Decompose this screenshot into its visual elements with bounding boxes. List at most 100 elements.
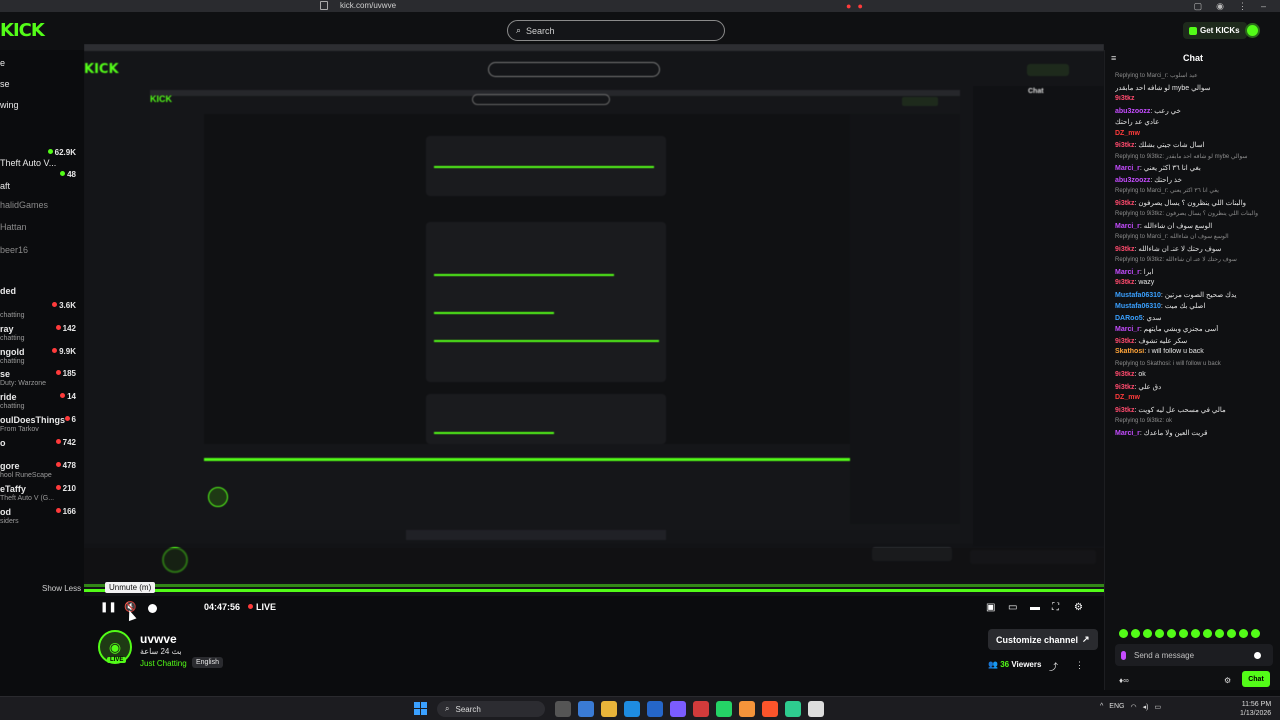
chat-username[interactable]: 9i3tkz — [1115, 338, 1134, 345]
clock-date: 1/13/2026 — [1240, 710, 1272, 717]
emote-bar[interactable] — [1119, 629, 1260, 638]
miniplayer-icon[interactable]: ▬ — [1030, 602, 1040, 613]
language-tag[interactable]: English — [192, 657, 223, 668]
chat-username[interactable]: abu3zoozz — [1115, 177, 1150, 184]
app-icon[interactable] — [739, 701, 755, 717]
minimize-icon[interactable]: – — [1261, 0, 1266, 12]
chat-username[interactable]: 9i3tkz — [1115, 279, 1134, 286]
chat-username[interactable]: 9i3tkz — [1115, 200, 1134, 207]
brave-icon[interactable] — [762, 701, 778, 717]
fullscreen-icon[interactable]: ⛶ — [1052, 602, 1059, 613]
sidebar-channel-name[interactable]: aft — [0, 181, 10, 191]
live-progress-bar[interactable] — [84, 589, 1104, 592]
extension-icon[interactable]: ● — [846, 0, 851, 12]
stream-category[interactable]: Just Chatting — [140, 659, 187, 668]
video-player[interactable]: KICK Chat KICK — [84, 44, 1104, 596]
sidebar-channel-name[interactable]: se — [0, 369, 10, 379]
chat-username[interactable]: DZ_mw — [1115, 394, 1140, 401]
chat-send-button[interactable]: Chat — [1242, 671, 1270, 687]
wifi-icon[interactable]: ◠ — [1130, 703, 1136, 711]
chat-username[interactable]: Marci_r — [1115, 430, 1140, 437]
search-input[interactable] — [526, 25, 707, 36]
sidebar-channel-name[interactable]: Theft Auto V... — [0, 158, 56, 168]
sidebar-channel-name[interactable]: o — [0, 438, 6, 448]
more-options-icon[interactable]: ⋮ — [1075, 660, 1084, 671]
chat-username[interactable]: 9i3tkz — [1115, 407, 1134, 414]
extension-icon[interactable]: ● — [857, 0, 862, 12]
system-tray[interactable]: ^ ENG ◠ ◂) ▭ — [1100, 703, 1161, 711]
file-explorer-icon[interactable] — [601, 701, 617, 717]
chat-username[interactable]: 9i3tkz — [1115, 142, 1134, 149]
chat-badges-icon[interactable]: ♦∞ — [1119, 676, 1129, 685]
notepad-icon[interactable] — [808, 701, 824, 717]
chat-input-box[interactable] — [1115, 644, 1273, 666]
language-indicator[interactable]: ENG — [1109, 703, 1124, 711]
chat-username[interactable]: Marci_r — [1115, 165, 1140, 172]
sidebar-channel-name[interactable]: ray — [0, 324, 14, 334]
chat-username[interactable]: Mustafa06310 — [1115, 303, 1161, 310]
menu-icon[interactable]: ⋮ — [1238, 0, 1247, 12]
system-clock[interactable]: 11:56 PM 1/13/2026 — [1240, 700, 1271, 718]
chat-username[interactable]: abu3zoozz — [1115, 108, 1150, 115]
sidebar-channel-name[interactable]: halidGames — [0, 200, 48, 210]
sidebar-channel-name[interactable]: Hattan — [0, 222, 27, 232]
sidebar-channel-name[interactable]: oulDoesThings — [0, 415, 65, 425]
app-icon[interactable] — [785, 701, 801, 717]
chat-username[interactable]: Marci_r — [1115, 269, 1140, 276]
tabs-icon[interactable]: ▢ — [1194, 0, 1203, 12]
sidebar-nav-home[interactable]: e — [0, 58, 5, 68]
channel-name[interactable]: uvwve — [140, 632, 177, 646]
sidebar-channel-name[interactable]: gore — [0, 461, 20, 471]
sidebar-channel-name[interactable]: beer16 — [0, 245, 28, 255]
theater-icon[interactable]: ▭ — [1008, 602, 1017, 613]
chat-message: Marci_r: أسى مجنزي وبشي مايتهم — [1115, 325, 1279, 333]
get-kicks-button[interactable]: Get KICKs — [1183, 22, 1247, 39]
chevron-up-icon[interactable]: ^ — [1100, 703, 1103, 711]
pause-icon[interactable]: ❚❚ — [100, 602, 117, 613]
sidebar-channel-name[interactable]: ngold — [0, 347, 25, 357]
volume-icon[interactable]: ◂) — [1143, 703, 1149, 711]
sidebar-nav-browse[interactable]: se — [0, 79, 10, 89]
taskbar-search[interactable]: ⌕ Search — [437, 701, 545, 717]
chat-username[interactable]: Skathosi — [1115, 348, 1144, 355]
chat-username[interactable]: Marci_r — [1115, 223, 1140, 230]
copilot-icon[interactable] — [578, 701, 594, 717]
task-view-icon[interactable] — [555, 701, 571, 717]
show-less-link[interactable]: Show Less — [42, 584, 81, 593]
windows-start-icon[interactable] — [414, 702, 427, 715]
sidebar-channel-name[interactable]: eTaffy — [0, 484, 26, 494]
chat-username[interactable]: DZ_mw — [1115, 130, 1140, 137]
sidebar-channel-name[interactable]: od — [0, 507, 11, 517]
sidebar-nav-following[interactable]: wing — [0, 100, 19, 110]
chat-settings-icon[interactable]: ⚙ — [1224, 676, 1231, 685]
extension-icons[interactable]: ● ● — [846, 0, 863, 12]
chat-username[interactable]: 9i3tkz — [1115, 95, 1134, 102]
address-bar[interactable]: kick.com/uvwve — [340, 0, 396, 12]
chat-username[interactable]: DARoo5 — [1115, 315, 1143, 322]
chat-username[interactable]: 9i3tkz — [1115, 384, 1134, 391]
edge-icon[interactable] — [624, 701, 640, 717]
volume-slider-handle[interactable] — [148, 604, 157, 613]
account-icon[interactable]: ◉ — [1216, 0, 1224, 12]
customize-channel-button[interactable]: Customize channel ↗ — [988, 629, 1098, 650]
emoji-icon[interactable] — [1254, 651, 1261, 659]
chat-username[interactable]: 9i3tkz — [1115, 246, 1134, 253]
sidebar-channel-name[interactable]: ride — [0, 392, 17, 402]
chat-username[interactable]: Marci_r — [1115, 326, 1140, 333]
whatsapp-icon[interactable] — [716, 701, 732, 717]
clip-icon[interactable]: ▣ — [986, 602, 995, 613]
store-icon[interactable] — [647, 701, 663, 717]
app-icon[interactable] — [693, 701, 709, 717]
user-avatar[interactable] — [1245, 23, 1260, 38]
share-icon[interactable]: ⤴ — [1049, 660, 1058, 673]
settings-icon[interactable]: ⚙ — [1074, 602, 1083, 613]
app-icon[interactable] — [670, 701, 686, 717]
search-bar[interactable]: ⌕ — [507, 20, 725, 41]
bookmark-icon[interactable] — [320, 1, 328, 10]
live-indicator[interactable]: LIVE — [248, 602, 276, 612]
chat-message-input[interactable] — [1134, 650, 1254, 660]
chat-username[interactable]: 9i3tkz — [1115, 371, 1134, 378]
kick-logo[interactable]: KICK — [0, 20, 45, 41]
chat-username[interactable]: Mustafa06310 — [1115, 292, 1161, 299]
battery-icon[interactable]: ▭ — [1154, 703, 1161, 711]
